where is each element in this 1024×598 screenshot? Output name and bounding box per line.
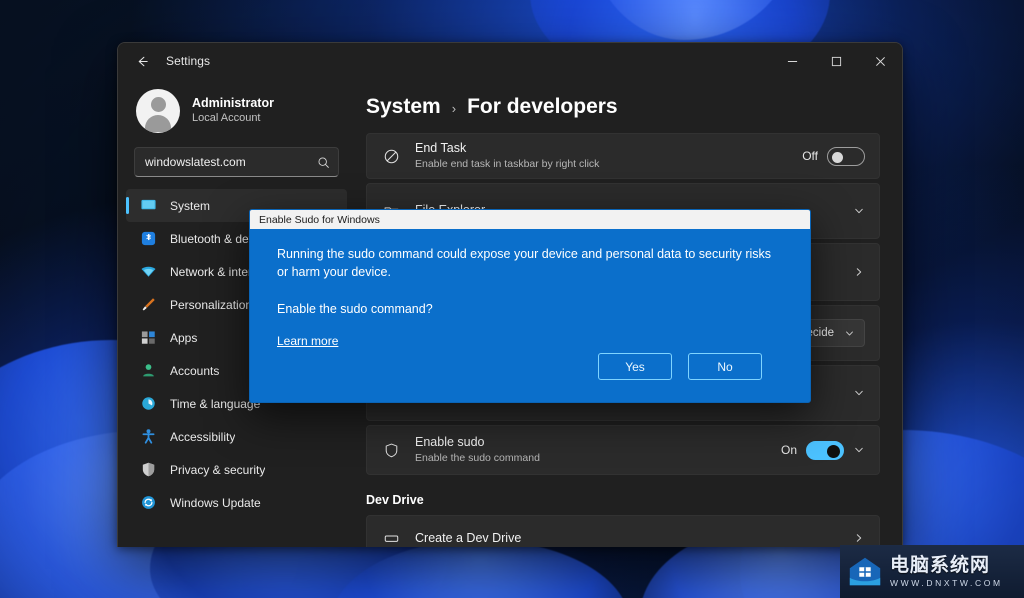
setting-row-control: On [780, 440, 865, 460]
no-entry-icon [381, 148, 401, 165]
dialog-title: Enable Sudo for Windows [250, 210, 810, 229]
sidebar-item-label: System [170, 198, 211, 213]
yes-button[interactable]: Yes [598, 353, 672, 380]
close-button[interactable] [858, 43, 902, 79]
window-titlebar: Settings [118, 43, 902, 79]
account-subtitle: Local Account [192, 112, 261, 125]
no-button[interactable]: No [688, 353, 762, 380]
enable-sudo-dialog: Enable Sudo for Windows Running the sudo… [249, 209, 811, 403]
account-text: Administrator Local Account [192, 96, 274, 126]
setting-row-desc: Enable end task in taskbar by right clic… [415, 158, 600, 171]
apps-grid-icon [140, 329, 157, 346]
sidebar-item-windows-update[interactable]: Windows Update [126, 486, 347, 519]
setting-row-title: End Task [415, 141, 467, 156]
page-title: For developers [467, 95, 618, 118]
account-name: Administrator [192, 95, 274, 110]
chevron-down-icon[interactable] [853, 387, 865, 399]
setting-row-text: Create a Dev Drive [415, 530, 839, 546]
minimize-button[interactable] [770, 43, 814, 79]
setting-row-desc: Enable the sudo command [415, 452, 540, 465]
sidebar-item-privacy-and-security[interactable]: Privacy & security [126, 453, 347, 486]
watermark-brand: 电脑系统网 [890, 554, 991, 576]
search-icon [317, 156, 330, 169]
wifi-icon [140, 263, 157, 280]
shield-icon [381, 442, 401, 459]
sidebar-item-label: Personalization [170, 297, 253, 312]
chevron-right-icon[interactable] [853, 266, 865, 278]
setting-row-title: Enable sudo [415, 435, 485, 450]
enable-sudo-toggle[interactable] [806, 440, 844, 460]
status-badge: Off [802, 149, 818, 163]
drive-icon [381, 530, 401, 547]
sidebar-item-label: Windows Update [170, 495, 261, 510]
chevron-down-icon [844, 328, 855, 339]
house-shield-logo-icon [849, 557, 881, 585]
setting-row-control [853, 387, 865, 399]
search-input-value: windowslatest.com [145, 155, 246, 169]
setting-row-create-dev-drive[interactable]: Create a Dev Drive [366, 515, 880, 547]
setting-row-text: Enable sudo Enable the sudo command [415, 434, 767, 466]
sidebar-item-label: Accounts [170, 363, 220, 378]
chevron-down-icon[interactable] [853, 444, 865, 456]
bluetooth-icon [140, 230, 157, 247]
desktop-wallpaper: Settings Administrator Local Account win… [0, 0, 1024, 598]
chevron-right-icon[interactable] [853, 532, 865, 544]
setting-row-enable-sudo[interactable]: Enable sudo Enable the sudo command On [366, 425, 880, 475]
dialog-paragraph-2: Enable the sudo command? [277, 302, 433, 317]
monitor-icon [140, 197, 157, 214]
watermark-url: WWW.DNXTW.COM [890, 577, 1003, 588]
window-title: Settings [166, 54, 211, 68]
sidebar-item-label: Time & language [170, 396, 261, 411]
setting-row-control: Off [802, 146, 865, 166]
sidebar-item-label: Apps [170, 330, 198, 345]
account-card[interactable]: Administrator Local Account [118, 79, 353, 147]
sidebar-item-label: Accessibility [170, 429, 236, 444]
site-watermark: 电脑系统网 WWW.DNXTW.COM [840, 545, 1024, 598]
search-area: windowslatest.com [118, 147, 353, 177]
setting-row-control [853, 205, 865, 217]
dialog-body: Running the sudo command could expose yo… [250, 229, 810, 353]
end-task-toggle[interactable] [827, 146, 865, 166]
sidebar-item-accessibility[interactable]: Accessibility [126, 420, 347, 453]
paintbrush-icon [140, 296, 157, 313]
user-avatar-icon [136, 89, 180, 133]
accounts-person-icon [140, 362, 157, 379]
setting-row-text: End Task Enable end task in taskbar by r… [415, 140, 788, 172]
sidebar-item-label: Privacy & security [170, 462, 266, 477]
breadcrumb: System › For developers [353, 79, 902, 133]
breadcrumb-separator-icon: › [451, 101, 457, 116]
back-arrow-icon[interactable] [126, 47, 158, 75]
shield-icon [140, 461, 157, 478]
setting-row-control [853, 266, 865, 278]
breadcrumb-root[interactable]: System [366, 95, 441, 119]
maximize-button[interactable] [814, 43, 858, 79]
setting-row-end-task[interactable]: End Task Enable end task in taskbar by r… [366, 133, 880, 179]
search-input[interactable]: windowslatest.com [134, 147, 339, 177]
status-badge: On [780, 443, 797, 457]
chevron-down-icon[interactable] [853, 205, 865, 217]
window-caption-buttons [770, 43, 902, 79]
dialog-actions: Yes No [250, 353, 810, 402]
learn-more-link[interactable]: Learn more [277, 334, 338, 348]
watermark-text: 电脑系统网 WWW.DNXTW.COM [890, 556, 1003, 588]
setting-row-title: Create a Dev Drive [415, 530, 522, 545]
section-header-dev-drive: Dev Drive [366, 493, 424, 507]
update-refresh-icon [140, 494, 157, 511]
clock-globe-icon [140, 395, 157, 412]
accessibility-person-icon [140, 428, 157, 445]
setting-row-control [853, 532, 865, 544]
dialog-paragraph-1: Running the sudo command could expose yo… [277, 247, 772, 280]
